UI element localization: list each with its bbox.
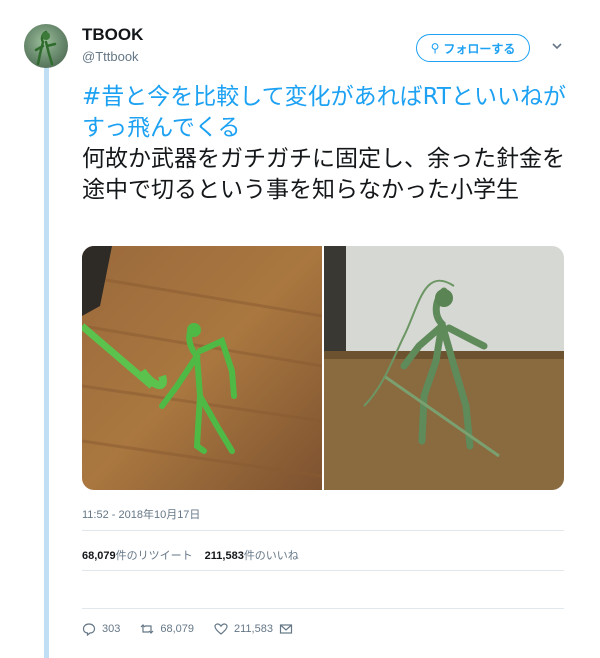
action-bar: 303 68,079 211,583 — [82, 622, 313, 636]
mail-icon — [279, 624, 293, 634]
tweet-text: #昔と今を比較して変化があればRTといいねがすっ飛んでくる 何故か武器をガチガチ… — [82, 82, 582, 206]
retweet-action-count: 68,079 — [160, 623, 195, 635]
follow-bird-icon: ⚲ — [430, 41, 440, 55]
thread-line — [44, 64, 49, 658]
user-handle[interactable]: @Tttbook — [82, 49, 139, 64]
engagement-stats: 68,079件のリツイート 211,583件のいいね — [82, 547, 299, 563]
like-label: 件のいいね — [243, 550, 299, 562]
like-count: 211,583 — [204, 550, 244, 562]
divider-top — [82, 530, 564, 531]
retweet-label: 件のリツイート — [115, 550, 193, 562]
retweet-count: 68,079 — [82, 550, 116, 562]
reply-icon — [82, 623, 96, 636]
heart-icon — [214, 623, 228, 635]
tweet-timestamp[interactable]: 11:52 - 2018年10月17日 — [82, 506, 200, 522]
follow-button[interactable]: ⚲ フォローする — [416, 34, 530, 62]
photo-new[interactable] — [324, 246, 564, 490]
retweet-stat[interactable]: 68,079件のリツイート — [82, 547, 193, 563]
divider-middle — [82, 570, 564, 571]
retweet-icon — [140, 624, 154, 634]
tweet-body: 何故か武器をガチガチに固定し、余った針金を途中で切るという事を知らなかった小学生 — [82, 146, 565, 203]
like-button[interactable]: 211,583 — [214, 622, 273, 636]
reply-count: 303 — [102, 623, 121, 635]
media-gallery — [82, 246, 564, 490]
avatar[interactable] — [24, 24, 68, 68]
follow-button-label: フォローする — [443, 41, 516, 56]
direct-message-button[interactable] — [279, 622, 293, 636]
photo-old[interactable] — [82, 246, 322, 490]
display-name[interactable]: TBOOK — [82, 25, 143, 45]
chevron-down-icon[interactable] — [550, 38, 564, 52]
reply-button[interactable]: 303 — [82, 622, 120, 636]
like-stat[interactable]: 211,583件のいいね — [205, 547, 299, 563]
divider-bottom — [82, 608, 564, 609]
like-action-count: 211,583 — [234, 623, 273, 635]
retweet-button[interactable]: 68,079 — [140, 622, 194, 636]
hashtag-link[interactable]: #昔と今を比較して変化があればRTといいねがすっ飛んでくる — [82, 82, 582, 144]
